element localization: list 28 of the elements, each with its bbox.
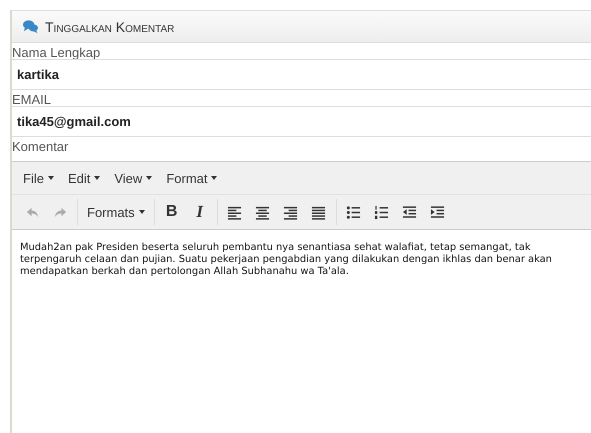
chat-icon <box>23 19 38 34</box>
bold-button[interactable]: B <box>158 199 186 225</box>
panel-title: Tinggalkan Komentar <box>45 18 174 34</box>
outdent-icon <box>402 204 418 220</box>
field-label: Komentar <box>12 138 70 156</box>
align-left-icon <box>227 204 242 220</box>
numbered-list-icon <box>374 204 390 220</box>
align-center-icon <box>255 204 270 220</box>
bullet-list-icon <box>346 204 362 220</box>
menu-item[interactable]: Edit <box>62 168 106 188</box>
menu-item[interactable]: Format <box>161 168 222 188</box>
caret-icon <box>94 176 100 180</box>
comment-text: Mudah2an pak Presiden beserta seluruh pembantu nya senantiasa sehat walafiat, tetap semangat, tak terpengaruh celaan dan pujian. Suatu pekerjaan pengabdian yang dilakukan dengan ikhlas dan benar akan mendapatkan berkah dan pertolongan Allah Subhanahu wa Ta'ala. <box>20 242 553 278</box>
align-right-icon <box>283 204 298 220</box>
field-label: EMAIL <box>12 91 52 109</box>
caret-icon <box>146 176 152 180</box>
input-field[interactable]: tika45@gmail.com <box>12 106 591 137</box>
align-justify-icon <box>311 204 326 220</box>
italic-button[interactable]: I <box>186 199 214 225</box>
caret-icon <box>48 176 54 180</box>
caret-icon <box>138 210 145 214</box>
field-label: Nama Lengkap <box>12 44 102 62</box>
caret-icon <box>211 176 218 180</box>
formats-dropdown[interactable]: Formats <box>81 199 151 225</box>
menu-item[interactable]: View <box>109 168 158 188</box>
indent-icon <box>430 204 446 220</box>
menu-item[interactable]: File <box>18 168 59 188</box>
input-field[interactable]: kartika <box>12 59 591 90</box>
